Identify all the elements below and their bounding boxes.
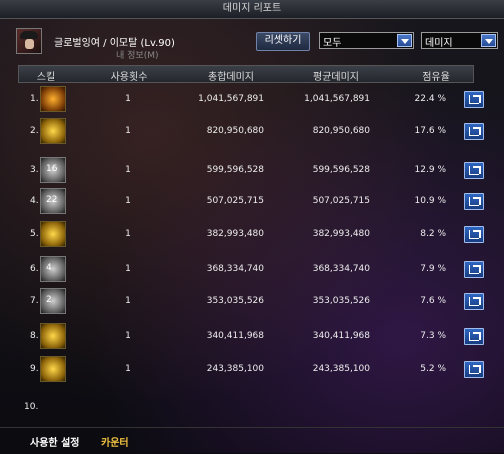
- row-share: 22.4 %: [414, 94, 446, 104]
- row-average: 368,334,740: [312, 264, 370, 274]
- row-uses: 1: [125, 331, 131, 341]
- flame-burst-icon: [40, 86, 66, 112]
- row-average: 340,411,968: [312, 331, 370, 341]
- row-rank: 2.: [30, 126, 39, 136]
- character-name: 글로벌잉여 / 이모탈 (Lv.90): [54, 38, 175, 49]
- row-share: 10.9 %: [414, 196, 446, 206]
- row-total: 382,993,480: [206, 229, 264, 239]
- table-row: 6. 4 1 368,334,740 368,334,740 7.9 %: [0, 254, 504, 284]
- row-rank: 4.: [30, 196, 39, 206]
- row-average: 599,596,528: [312, 165, 370, 175]
- row-uses: 1: [125, 264, 131, 274]
- table-row: 4. 22 1 507,025,715 507,025,715 10.9 %: [0, 186, 504, 216]
- table-row: 10.: [0, 392, 504, 422]
- row-uses: 1: [125, 94, 131, 104]
- crescent-flame-icon: [40, 356, 66, 382]
- row-total: 353,035,526: [206, 296, 264, 306]
- reset-button[interactable]: 리셋하기: [256, 32, 310, 51]
- cooldown-badge: 16: [46, 164, 58, 174]
- chevron-down-icon[interactable]: [481, 34, 496, 47]
- cooldown-badge: 4: [46, 263, 52, 273]
- row-share: 7.6 %: [420, 296, 446, 306]
- row-rank: 9.: [30, 364, 39, 374]
- row-share: 7.9 %: [420, 264, 446, 274]
- tab-counter[interactable]: 카운터: [101, 434, 129, 449]
- row-rank: 8.: [30, 331, 39, 341]
- row-total: 340,411,968: [206, 331, 264, 341]
- share-icon[interactable]: [464, 123, 484, 140]
- row-rank: 1.: [30, 94, 39, 104]
- col-average[interactable]: 평균데미지: [313, 68, 359, 83]
- tab-used-settings[interactable]: 사용한 설정: [30, 434, 79, 449]
- skull-crossbones-icon: [40, 118, 66, 144]
- column-header: 스킬 사용횟수 총합데미지 평균데미지 점유율: [18, 65, 474, 83]
- row-total: 1,041,567,891: [198, 94, 264, 104]
- table-row: 7. 2 1 353,035,526 353,035,526 7.6 %: [0, 286, 504, 316]
- void-hand-icon: [40, 288, 66, 314]
- table-row: 3. 16 1 599,596,528 599,596,528 12.9 %: [0, 155, 504, 185]
- col-share[interactable]: 점유율: [422, 68, 450, 83]
- row-total: 599,596,528: [206, 165, 264, 175]
- report-header: 글로벌잉여 / 이모탈 (Lv.90) 내 정보(M) 리셋하기 모두 데미지: [0, 20, 504, 61]
- window-title: 데미지 리포트: [0, 0, 504, 19]
- share-icon[interactable]: [464, 361, 484, 378]
- col-total[interactable]: 총합데미지: [208, 68, 254, 83]
- row-share: 17.6 %: [414, 126, 446, 136]
- row-uses: 1: [125, 229, 131, 239]
- table-row: 8. 1 340,411,968 340,411,968 7.3 %: [0, 321, 504, 351]
- row-share: 5.2 %: [420, 364, 446, 374]
- row-average: 507,025,715: [312, 196, 370, 206]
- row-rank: 7.: [30, 296, 39, 306]
- row-uses: 1: [125, 126, 131, 136]
- blade-cross-icon: [40, 256, 66, 282]
- cooldown-badge: 2: [46, 295, 52, 305]
- filter-type-value: 모두: [323, 38, 342, 49]
- cooldown-badge: 22: [46, 195, 58, 205]
- row-total: 820,950,680: [206, 126, 264, 136]
- row-share: 8.2 %: [420, 229, 446, 239]
- row-rank: 6.: [30, 264, 39, 274]
- row-uses: 1: [125, 364, 131, 374]
- table-row: 2. 1 820,950,680 820,950,680 17.6 %: [0, 116, 504, 146]
- row-rank: 3.: [30, 165, 39, 175]
- share-icon[interactable]: [464, 193, 484, 210]
- chevron-down-icon[interactable]: [397, 34, 412, 47]
- table-row: 5. 1 382,993,480 382,993,480 8.2 %: [0, 219, 504, 249]
- row-average: 243,385,100: [312, 364, 370, 374]
- filter-dropdown-metric[interactable]: 데미지: [421, 32, 498, 49]
- row-share: 7.3 %: [420, 331, 446, 341]
- share-icon[interactable]: [464, 328, 484, 345]
- share-icon[interactable]: [464, 261, 484, 278]
- sun-ring-icon: [40, 323, 66, 349]
- row-rank: 10.: [24, 402, 39, 412]
- character-subtitle: 내 정보(M): [116, 51, 159, 61]
- share-icon[interactable]: [464, 293, 484, 310]
- row-share: 12.9 %: [414, 165, 446, 175]
- table-row: 9. 1 243,385,100 243,385,100 5.2 %: [0, 354, 504, 384]
- row-uses: 1: [125, 165, 131, 175]
- row-average: 820,950,680: [312, 126, 370, 136]
- row-average: 353,035,526: [312, 296, 370, 306]
- character-avatar: [16, 28, 42, 54]
- row-uses: 1: [125, 296, 131, 306]
- row-uses: 1: [125, 196, 131, 206]
- filter-dropdown-type[interactable]: 모두: [319, 32, 414, 49]
- col-uses[interactable]: 사용횟수: [111, 68, 148, 83]
- share-icon[interactable]: [464, 91, 484, 108]
- share-icon[interactable]: [464, 226, 484, 243]
- col-skill[interactable]: 스킬: [37, 68, 55, 83]
- filter-metric-value: 데미지: [425, 38, 453, 49]
- table-row: 1. 1 1,041,567,891 1,041,567,891 22.4 %: [0, 84, 504, 114]
- row-average: 1,041,567,891: [304, 94, 370, 104]
- golden-vortex-icon: [40, 221, 66, 247]
- footer-tabs: 사용한 설정 카운터: [0, 427, 504, 454]
- row-total: 368,334,740: [206, 264, 264, 274]
- share-icon[interactable]: [464, 162, 484, 179]
- row-average: 382,993,480: [312, 229, 370, 239]
- row-total: 243,385,100: [206, 364, 264, 374]
- row-total: 507,025,715: [206, 196, 264, 206]
- row-rank: 5.: [30, 229, 39, 239]
